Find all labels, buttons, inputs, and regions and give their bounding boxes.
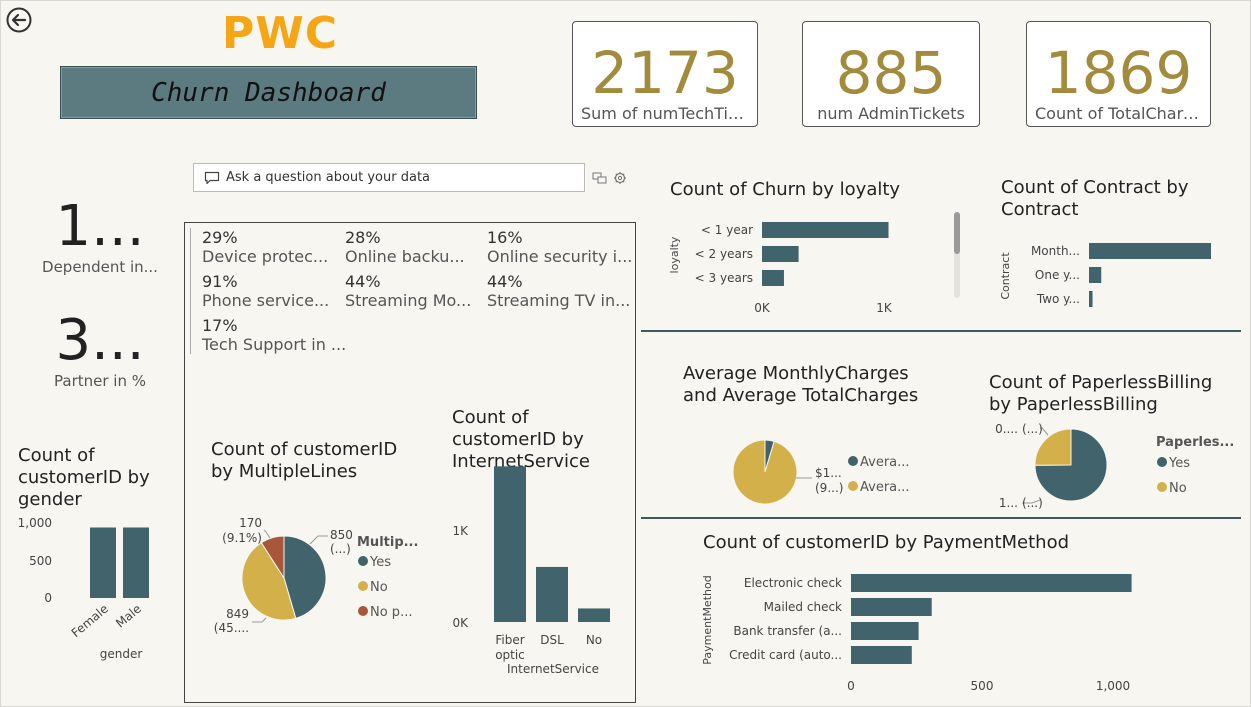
- internetservice-bar: [494, 466, 526, 622]
- paperless-data-label: (...): [1022, 496, 1043, 510]
- payment-bar: [851, 622, 919, 640]
- paperless-data-label: 1...: [999, 496, 1018, 510]
- multiplelines-leader-line: [263, 529, 271, 539]
- multiplelines-data-label: (45....: [214, 621, 249, 635]
- gender-xtick-label: Female: [69, 602, 111, 641]
- loyalty-xtick-label: 1K: [876, 301, 893, 315]
- contract-bar: [1089, 267, 1102, 283]
- payment-ytick-label: Credit card (auto...: [729, 648, 842, 662]
- loyalty-xtick-label: 0K: [754, 301, 771, 315]
- multiplelines-legend-marker: [358, 556, 368, 566]
- loyalty-ytick-label: < 3 years: [695, 271, 753, 285]
- multiplelines-legend-label: No: [370, 580, 388, 595]
- payment-bar: [851, 574, 1132, 592]
- payment-xtick-label: 1,000: [1096, 679, 1130, 693]
- internetservice-xtick-label: Fiber: [495, 633, 524, 647]
- internetservice-xtick-label: DSL: [540, 633, 564, 647]
- avgcharges-data-label: (9...): [815, 481, 843, 495]
- contract-ytick-label: Two y...: [1036, 292, 1080, 306]
- internetservice-xaxis-label: InternetService: [507, 662, 599, 676]
- multiplelines-legend-marker: [358, 581, 368, 591]
- avgcharges-legend-marker: [848, 481, 858, 491]
- contract-ytick-label: One y...: [1035, 268, 1080, 282]
- internetservice-bar: [578, 608, 610, 622]
- multiplelines-legend-label: Yes: [369, 555, 391, 570]
- payment-bar: [851, 598, 932, 616]
- avgcharges-slice: [732, 439, 798, 505]
- internetservice-ytick-label: 1K: [452, 524, 469, 538]
- payment-ytick-label: Bank transfer (a...: [733, 624, 842, 638]
- multiplelines-leader-line: [252, 617, 267, 623]
- loyalty-yaxis-label: loyalty: [668, 236, 681, 273]
- internetservice-bar: [536, 566, 568, 622]
- loyalty-bar: [762, 222, 889, 238]
- payment-ytick-label: Mailed check: [764, 600, 842, 614]
- paperless-legend-title: Paperles...: [1156, 435, 1234, 450]
- charts-canvas: 05001,000Female Malegender850(...)849(45.…: [18, 222, 1234, 693]
- multiplelines-data-label: 170: [239, 516, 262, 530]
- payment-ytick-label: Electronic check: [744, 576, 842, 590]
- multiplelines-data-label: (9.1%): [222, 531, 262, 545]
- paperless-data-label: 0....: [995, 422, 1018, 436]
- gender-xtick-label: Male: [113, 602, 144, 631]
- internetservice-xtick-label: No: [586, 633, 602, 647]
- payment-xtick-label: 500: [971, 679, 994, 693]
- loyalty-ytick-label: < 1 year: [701, 223, 753, 237]
- paperless-legend-marker: [1157, 457, 1167, 467]
- contract-bar: [1089, 243, 1211, 259]
- paperless-data-label: (...): [1022, 422, 1043, 436]
- avgcharges-legend-marker: [848, 456, 858, 466]
- loyalty-bar: [762, 270, 784, 286]
- multiplelines-data-label: (...): [330, 542, 351, 556]
- contract-bar: [1089, 291, 1093, 307]
- gender-ytick-label: 0: [44, 591, 52, 605]
- gender-bar: [123, 527, 149, 598]
- contract-yaxis-label: Contract: [999, 252, 1012, 300]
- multiplelines-legend-label: No p...: [370, 605, 412, 620]
- avgcharges-legend-label: Avera...: [860, 455, 910, 470]
- multiplelines-legend-marker: [358, 606, 368, 616]
- payment-xtick-label: 0: [847, 679, 855, 693]
- gender-xaxis-label: gender: [100, 647, 143, 661]
- internetservice-ytick-label: 0K: [452, 616, 469, 630]
- payment-yaxis-label: PaymentMethod: [701, 575, 714, 664]
- paperless-legend-label: No: [1169, 481, 1187, 496]
- multiplelines-legend-title: Multip...: [357, 535, 418, 550]
- contract-ytick-label: Month...: [1031, 244, 1080, 258]
- loyalty-ytick-label: < 2 years: [695, 247, 753, 261]
- internetservice-xtick-label: optic: [495, 648, 525, 662]
- multiplelines-data-label: 850: [330, 528, 353, 542]
- loyalty-bar: [762, 246, 799, 262]
- avgcharges-legend-label: Avera...: [860, 480, 910, 495]
- multiplelines-data-label: 849: [226, 607, 249, 621]
- avgcharges-data-label: $1...: [815, 466, 842, 480]
- gender-bar: [90, 527, 116, 598]
- multiplelines-leader-line: [309, 535, 328, 545]
- payment-bar: [851, 646, 912, 664]
- paperless-legend-marker: [1157, 482, 1167, 492]
- gender-ytick-label: 500: [29, 554, 52, 568]
- paperless-legend-label: Yes: [1168, 456, 1190, 471]
- gender-ytick-label: 1,000: [18, 516, 52, 530]
